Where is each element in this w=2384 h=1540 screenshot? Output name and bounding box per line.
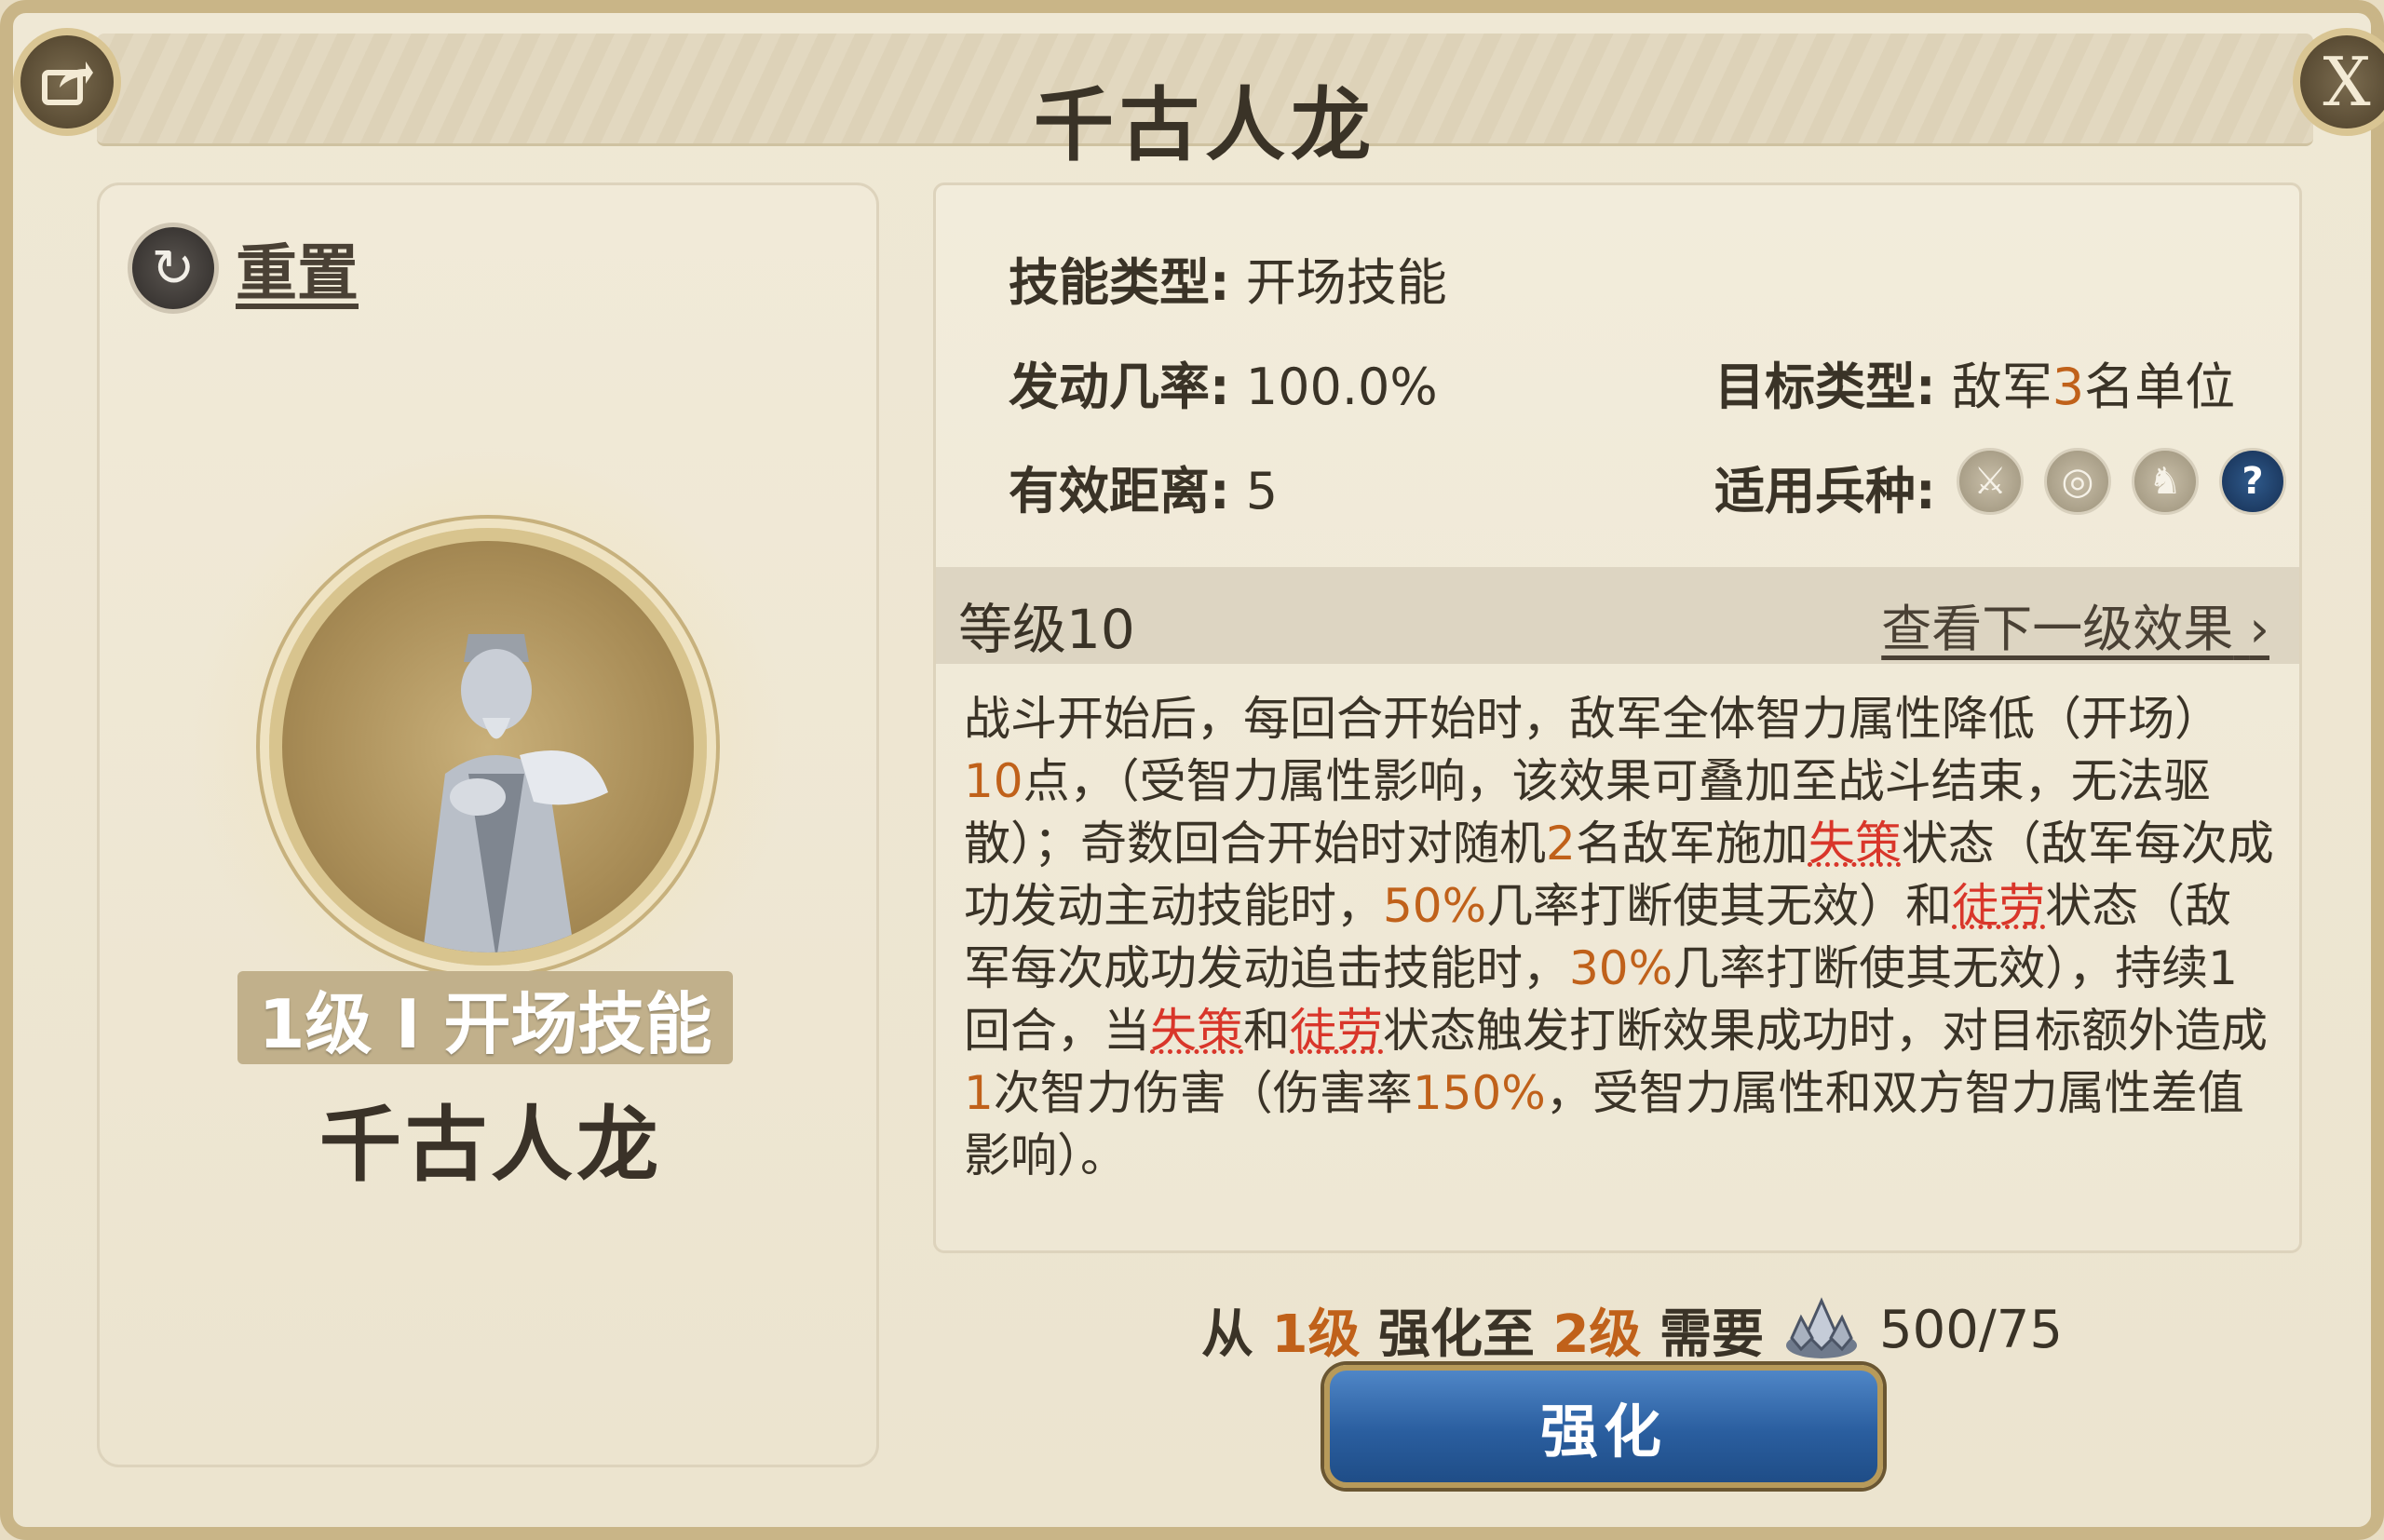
reset-label: 重置 (236, 237, 359, 309)
close-icon: X (2323, 43, 2371, 121)
troop-type-label: 适用兵种: (1714, 462, 1936, 520)
range-value: 5 (1245, 462, 1279, 520)
troop-icons: ⚔ ◎ ♞ ? (1957, 448, 2286, 515)
skill-detail-panel: 技能类型: 开场技能 发动几率: 100.0% 有效距离: 5 目标类型: 敌军… (933, 182, 2302, 1253)
skill-description: 战斗开始后，每回合开始时，敌军全体智力属性降低（开场）10点，（受智力属性影响，… (964, 688, 2277, 1187)
upgrade-requirement: 从 1级 强化至 2级 需要 500/75 (1201, 1292, 2063, 1368)
desc-text: 状态触发打断效果成功时，对目标额外造成 (1383, 1004, 2268, 1058)
desc-text: 名敌军施加 (1575, 817, 1808, 871)
upgrade-from-prefix: 从 (1201, 1304, 1253, 1365)
range-row: 有效距离: 5 (1009, 450, 1278, 523)
portrait-ring (269, 528, 707, 966)
desc-number: 1 (964, 1066, 994, 1120)
desc-number: 30% (1569, 941, 1673, 995)
share-button[interactable] (13, 28, 121, 136)
desc-number: 10 (964, 754, 1023, 808)
target-type-label: 目标类型: (1714, 358, 1936, 416)
upgrade-to-level: 2级 (1552, 1304, 1642, 1365)
skill-type-row: 技能类型: 开场技能 (1009, 241, 1447, 315)
bow-target-icon[interactable]: ◎ (2044, 448, 2111, 515)
desc-text: 战斗开始后，每回合开始时，敌军全体智力属性降低（开场） (964, 692, 2221, 746)
desc-text: 和 (1243, 1004, 1290, 1058)
desc-number: 50% (1383, 879, 1487, 933)
upgrade-button-label: 强化 (1539, 1398, 1667, 1466)
upgrade-need: 需要 (1659, 1304, 1764, 1365)
strategist-figure-icon (423, 634, 608, 952)
skill-overview-panel: ↻ 重置 1级 I 开场技能 千古人龙 (97, 182, 879, 1467)
skill-name: 千古人龙 (318, 1097, 662, 1193)
skill-type-value: 开场技能 (1245, 253, 1447, 312)
range-label: 有效距离: (1009, 462, 1230, 520)
trigger-rate-value: 100.0% (1245, 358, 1438, 416)
status-keyword-link[interactable]: 失策 (1150, 1004, 1243, 1058)
share-icon (42, 61, 93, 105)
trigger-rate-label: 发动几率: (1009, 358, 1230, 416)
target-count: 3 (2052, 358, 2085, 416)
skill-type-label: 技能类型: (1009, 253, 1230, 312)
desc-text: 几率打断使其无效）和 (1486, 879, 1953, 933)
next-level-link-text: 查看下一级效果 (1881, 600, 2234, 658)
refresh-icon: ↻ (128, 223, 219, 314)
desc-number: 2 (1546, 817, 1576, 871)
next-level-link[interactable]: 查看下一级效果 › (1881, 588, 2269, 661)
upgrade-button[interactable]: 强化 (1324, 1365, 1883, 1488)
level-bar: 等级10 查看下一级效果 › (936, 567, 2299, 664)
upgrade-cost: 500/75 (1878, 1300, 2063, 1360)
target-type-suffix: 名单位 (2084, 358, 2236, 416)
title-bar: 千古人龙 (97, 34, 2313, 172)
skill-portrait (157, 426, 819, 1068)
upgrade-from-level: 1级 (1271, 1304, 1361, 1365)
upgrade-middle: 强化至 (1377, 1304, 1535, 1365)
dialog-title: 千古人龙 (1034, 79, 1376, 172)
status-keyword-link[interactable]: 徒劳 (1952, 879, 2045, 933)
help-icon[interactable]: ? (2219, 448, 2286, 515)
horse-icon[interactable]: ♞ (2132, 448, 2199, 515)
troop-type-row: 适用兵种: (1714, 450, 1936, 523)
reset-button[interactable]: ↻ 重置 (128, 223, 359, 314)
chevron-right-icon: › (2249, 600, 2269, 658)
crystal-icon (1782, 1296, 1861, 1364)
skill-level-badge: 1级 I 开场技能 (237, 971, 733, 1064)
target-type-row: 目标类型: 敌军3名单位 (1714, 345, 2235, 419)
target-type-prefix: 敌军 (1951, 358, 2052, 416)
skill-level-label: 等级10 (958, 598, 1135, 661)
desc-number: 150% (1412, 1066, 1546, 1120)
trigger-rate-row: 发动几率: 100.0% (1009, 345, 1438, 419)
sword-icon[interactable]: ⚔ (1957, 448, 2024, 515)
desc-text: 次智力伤害（伤害率 (993, 1066, 1413, 1120)
status-keyword-link[interactable]: 失策 (1808, 817, 1902, 871)
status-keyword-link[interactable]: 徒劳 (1290, 1004, 1383, 1058)
